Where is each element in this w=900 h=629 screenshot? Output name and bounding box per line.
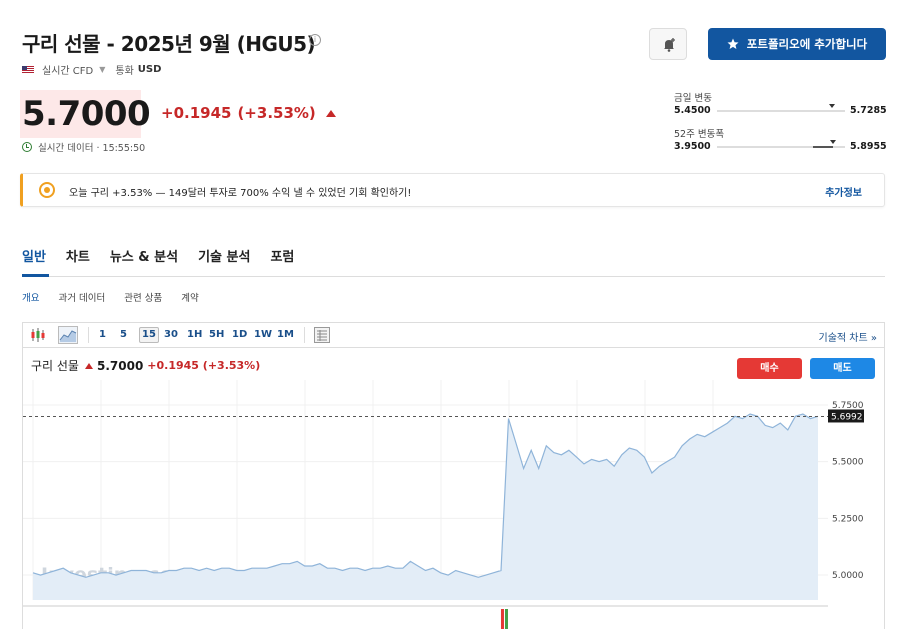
data-source[interactable]: 실시간 CFD <box>42 62 93 77</box>
chart-price: 5.7000 <box>96 358 144 373</box>
week52-range-bar <box>717 140 845 148</box>
interval-5h[interactable]: 5H <box>209 329 224 340</box>
interval-1h[interactable]: 1H <box>187 329 202 340</box>
tab-chart[interactable]: 차트 <box>66 246 90 265</box>
toolbar-separator <box>304 327 305 343</box>
bell-plus-icon <box>664 38 675 52</box>
interval-30[interactable]: 30 <box>164 329 178 340</box>
subtab-historical[interactable]: 과거 데이터 <box>58 290 105 304</box>
up-arrow-icon <box>84 362 93 369</box>
day-range-label: 금일 변동 <box>674 93 712 104</box>
price-change: +0.1945 (+3.53%) <box>161 104 336 122</box>
y-tick-label: 5.7500 <box>832 401 864 411</box>
change-percent: (+3.53%) <box>237 104 316 122</box>
chart-instrument-name: 구리 선물 <box>31 359 79 373</box>
last-price: 5.7000 <box>22 94 151 134</box>
candlestick-icon[interactable] <box>30 327 46 343</box>
alert-button[interactable] <box>649 28 687 60</box>
price-chart[interactable]: Investing.com 5.75005.50005.25005.0000 5… <box>23 380 884 629</box>
buy-button[interactable]: 매수 <box>737 358 802 379</box>
target-icon <box>39 182 55 198</box>
tab-forum[interactable]: 포럼 <box>270 246 294 265</box>
active-tab-indicator <box>22 274 49 277</box>
day-range-bar <box>717 104 845 112</box>
add-to-portfolio-button[interactable]: 포트폴리오에 추가합니다 <box>708 28 886 60</box>
day-range-marker <box>829 104 836 108</box>
sell-button[interactable]: 매도 <box>810 358 875 379</box>
page-title: 구리 선물 - 2025년 9월 (HGU5) <box>22 32 316 56</box>
subtab-overview[interactable]: 개요 <box>22 290 39 304</box>
clock-icon <box>22 142 32 152</box>
currency-value: USD <box>137 64 162 75</box>
week52-range-fill <box>813 146 834 148</box>
promo-text[interactable]: 오늘 구리 +3.53% — 149달러 투자로 700% 수익 낼 수 있었던… <box>69 184 411 199</box>
chevron-down-icon[interactable]: ▼ <box>99 65 105 74</box>
volume-bars <box>500 609 508 629</box>
week52-range-low: 3.9500 <box>674 141 711 152</box>
more-info-link[interactable]: 추가정보 <box>825 184 862 199</box>
y-axis: 5.7500 5.5000 5.2500 5.0000 <box>832 401 864 581</box>
y-tick-label: 5.0000 <box>832 571 864 581</box>
instrument-meta: 실시간 CFD ▼ 통화 USD <box>22 62 161 77</box>
chart-legend: 구리 선물 5.7000 +0.1945 (+3.53%) <box>31 357 260 374</box>
realtime-text: 실시간 데이터 · 15:55:50 <box>38 143 146 154</box>
interval-1d[interactable]: 1D <box>232 329 247 340</box>
interval-1w[interactable]: 1W <box>254 329 272 340</box>
toolbar-separator <box>88 327 89 343</box>
interval-5[interactable]: 5 <box>120 329 127 340</box>
week52-range-label: 52주 변동폭 <box>674 129 725 140</box>
add-to-portfolio-label: 포트폴리오에 추가합니다 <box>746 37 868 51</box>
chart-toolbar: 1 5 15 30 1H 5H 1D 1W 1M 기술적 차트 » <box>22 322 885 348</box>
week52-range-high: 5.8955 <box>850 141 887 152</box>
change-value: +0.1945 <box>161 104 232 122</box>
chart-change: +0.1945 (+3.53%) <box>147 359 261 372</box>
day-range-low: 5.4500 <box>674 105 711 116</box>
subtab-contract[interactable]: 계약 <box>181 290 198 304</box>
y-tick-label: 5.2500 <box>832 514 864 524</box>
promo-banner[interactable]: 오늘 구리 +3.53% — 149달러 투자로 700% 수익 낼 수 있었던… <box>20 173 885 207</box>
interval-15[interactable]: 15 <box>139 327 159 343</box>
interval-1[interactable]: 1 <box>99 329 106 340</box>
sub-tabs: 개요 과거 데이터 관련 상품 계약 <box>22 290 199 304</box>
volume-bar <box>504 609 508 629</box>
area-chart-icon[interactable] <box>58 326 78 344</box>
currency-label: 통화 <box>115 66 134 77</box>
info-icon[interactable]: i <box>309 34 321 46</box>
advanced-chart-link[interactable]: 기술적 차트 » <box>819 329 877 344</box>
y-tick-label: 5.5000 <box>832 458 864 468</box>
tab-news[interactable]: 뉴스 & 분석 <box>110 246 178 265</box>
week52-range-marker <box>830 140 837 144</box>
last-price-value: 5.6992 <box>831 412 863 422</box>
tab-technical[interactable]: 기술 분석 <box>198 246 250 265</box>
star-icon <box>727 38 739 49</box>
last-price-label: 5.6992 <box>828 409 864 423</box>
realtime-status: 실시간 데이터 · 15:55:50 <box>22 140 145 154</box>
main-tabs: 일반 차트 뉴스 & 분석 기술 분석 포럼 <box>22 246 294 265</box>
day-range-high: 5.7285 <box>850 105 887 116</box>
interval-1m[interactable]: 1M <box>277 329 294 340</box>
up-arrow-icon <box>325 109 336 117</box>
us-flag-icon <box>22 65 34 74</box>
tabs-divider <box>22 276 885 277</box>
tab-general[interactable]: 일반 <box>22 246 46 265</box>
table-icon[interactable] <box>314 327 330 343</box>
subtab-related[interactable]: 관련 상품 <box>124 290 162 304</box>
volume-bar <box>500 609 504 629</box>
